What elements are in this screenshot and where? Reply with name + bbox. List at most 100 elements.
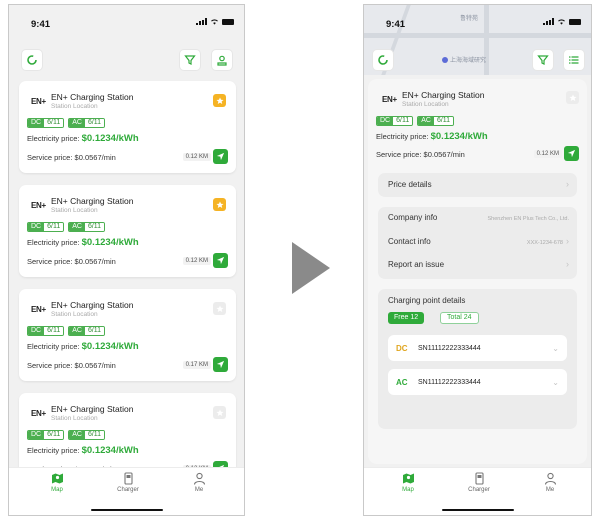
status-time: 9:41: [31, 19, 51, 30]
tab-me[interactable]: Me: [530, 472, 570, 493]
filter-button[interactable]: [532, 49, 554, 71]
charging-point-row[interactable]: DC SN11112222333444 ⌄: [388, 335, 567, 361]
filter-icon: [184, 55, 196, 65]
star-icon: [215, 96, 224, 104]
station-name: EN+ Charging Station: [402, 90, 485, 100]
navigate-button[interactable]: [213, 149, 228, 164]
star-icon: [568, 93, 577, 101]
station-card[interactable]: EN+ EN+ Charging Station Station Location D…: [19, 81, 236, 173]
price-details-row[interactable]: Price details ›: [378, 173, 577, 197]
list-icon: [569, 56, 579, 64]
tab-bar: Map Charger Me: [364, 467, 591, 515]
charging-point-serial: SN11112222333444: [418, 344, 481, 352]
list-view-button[interactable]: [563, 49, 585, 71]
distance-label: 0.17 KM: [182, 360, 211, 369]
profile-location-button[interactable]: [211, 49, 233, 71]
company-info-row[interactable]: Company info Shenzhen EN Plus Tech Co., L…: [388, 213, 569, 222]
ac-availability-badge: AC 6/11: [68, 222, 106, 232]
user-pin-icon: [217, 55, 227, 66]
electricity-price: Electricity price: $0.1234/kWh: [27, 445, 139, 456]
station-detail-screen: 鲁特苑 上海海域研究 9:41 EN+ EN+ Charging Station…: [363, 4, 592, 516]
ac-availability-badge: AC 6/11: [417, 116, 455, 126]
navigation-arrow-icon: [216, 256, 225, 265]
report-issue-row[interactable]: Report an issue ›: [388, 259, 569, 269]
tab-label: Me: [545, 487, 555, 493]
electricity-price: Electricity price: $0.1234/kWh: [376, 131, 488, 142]
dc-availability-badge: DC 6/11: [27, 118, 65, 128]
brand-logo: EN+: [31, 409, 46, 418]
navigate-button[interactable]: [213, 253, 228, 268]
station-location: Station Location: [402, 101, 449, 108]
charger-icon: [123, 472, 133, 485]
filter-button[interactable]: [179, 49, 201, 71]
tab-charger[interactable]: Charger: [459, 472, 499, 493]
tab-map[interactable]: Map: [37, 472, 77, 493]
filter-total-tab[interactable]: Total 24: [440, 312, 479, 324]
navigate-button[interactable]: [213, 357, 228, 372]
electricity-price: Electricity price: $0.1234/kWh: [27, 133, 139, 144]
chevron-down-icon: ⌄: [552, 377, 559, 387]
chevron-right-icon: ›: [566, 236, 569, 246]
distance-label: 0.12 KM: [182, 152, 211, 161]
favorite-button[interactable]: [213, 94, 226, 107]
person-icon: [544, 472, 556, 485]
favorite-button[interactable]: [213, 406, 226, 419]
station-list-screen: 9:41 EN+ EN+ Charging Station Station Loca…: [8, 4, 245, 516]
charging-points-title: Charging point details: [388, 296, 466, 305]
tab-me[interactable]: Me: [179, 472, 219, 493]
map-icon: [402, 473, 414, 484]
tab-charger[interactable]: Charger: [108, 472, 148, 493]
distance-label: 0.12 KM: [182, 256, 211, 265]
cellular-signal-icon: [543, 18, 554, 25]
station-card[interactable]: EN+ EN+ Charging Station Station Location D…: [19, 289, 236, 381]
station-card[interactable]: EN+ EN+ Charging Station Station Location D…: [19, 185, 236, 277]
station-location: Station Location: [51, 207, 98, 214]
electricity-price: Electricity price: $0.1234/kWh: [27, 237, 139, 248]
navigate-button[interactable]: [564, 146, 579, 161]
dc-availability-badge: DC 6/11: [27, 222, 65, 232]
refresh-button[interactable]: [372, 49, 394, 71]
status-time: 9:41: [386, 19, 406, 30]
filter-icon: [537, 55, 549, 65]
distance-label: 0.12 KM: [533, 149, 562, 158]
favorite-button[interactable]: [566, 91, 579, 104]
tab-map[interactable]: Map: [388, 472, 428, 493]
star-icon: [215, 408, 224, 416]
ac-availability-badge: AC 6/11: [68, 430, 106, 440]
map-icon: [51, 473, 63, 484]
map-label: 上海海域研究: [442, 55, 486, 64]
home-indicator: [90, 509, 163, 511]
charging-point-type: DC: [396, 343, 408, 353]
favorite-button[interactable]: [213, 302, 226, 315]
brand-logo: EN+: [31, 201, 46, 210]
favorite-button[interactable]: [213, 198, 226, 211]
dc-availability-badge: DC 6/11: [376, 116, 414, 126]
filter-free-tab[interactable]: Free 12: [388, 312, 425, 324]
tab-bar: Map Charger Me: [9, 467, 244, 515]
brand-logo: EN+: [31, 305, 46, 314]
star-icon: [215, 200, 224, 208]
company-value: Shenzhen EN Plus Tech Co., Ltd.: [487, 216, 569, 222]
refresh-icon: [378, 55, 388, 65]
charger-icon: [474, 472, 484, 485]
brand-logo: EN+: [31, 97, 46, 106]
service-price: Service price: $0.0567/min: [27, 361, 116, 370]
chevron-right-icon: ›: [566, 179, 569, 189]
chevron-right-icon: ›: [566, 259, 569, 269]
charging-point-row[interactable]: AC SN11112222333444 ⌄: [388, 369, 567, 395]
dc-availability-badge: DC 6/11: [27, 430, 65, 440]
ac-availability-badge: AC 6/11: [68, 326, 106, 336]
transition-arrow-icon: [292, 242, 330, 294]
map-poi-icon: [442, 57, 448, 64]
ac-availability-badge: AC 6/11: [68, 118, 106, 128]
electricity-price: Electricity price: $0.1234/kWh: [27, 341, 139, 352]
refresh-button[interactable]: [21, 49, 43, 71]
contact-info-row[interactable]: Contact info XXX-1234-678 ›: [388, 236, 569, 246]
tab-label: Map: [402, 487, 414, 493]
navigation-arrow-icon: [567, 149, 576, 158]
battery-icon: [569, 18, 581, 25]
star-icon: [215, 304, 224, 312]
contact-value: XXX-1234-678: [526, 240, 563, 246]
station-name: EN+ Charging Station: [51, 300, 134, 310]
dc-availability-badge: DC 6/11: [27, 326, 65, 336]
